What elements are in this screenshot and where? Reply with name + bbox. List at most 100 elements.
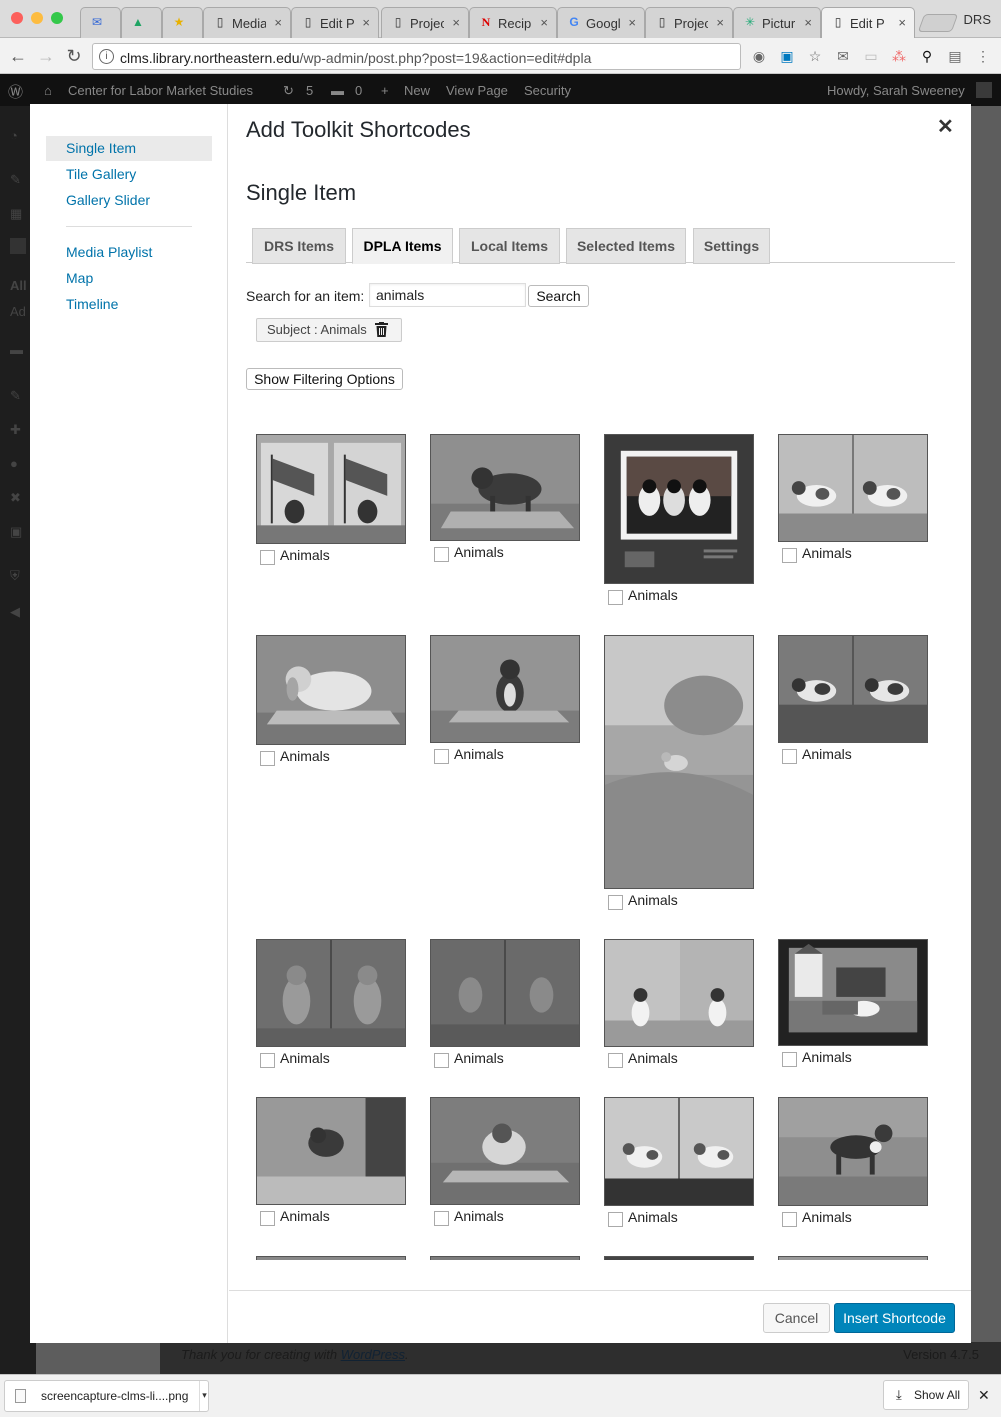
howdy-link[interactable]: Howdy, Sarah Sweeney: [827, 83, 965, 98]
result-checkbox[interactable]: [434, 547, 449, 562]
result-thumbnail[interactable]: [256, 635, 406, 745]
result-thumbnail[interactable]: [430, 1097, 580, 1205]
new-tab-button[interactable]: [917, 14, 959, 32]
result-thumbnail[interactable]: [430, 434, 580, 541]
result-thumbnail[interactable]: [604, 1097, 754, 1206]
menu-map[interactable]: Map: [46, 266, 212, 291]
result-thumbnail[interactable]: [778, 635, 928, 743]
result-checkbox[interactable]: [260, 1211, 275, 1226]
result-checkbox[interactable]: [434, 1053, 449, 1068]
tab-selected-items[interactable]: Selected Items: [566, 228, 686, 264]
pages-icon[interactable]: [10, 238, 26, 254]
result-thumbnail[interactable]: [430, 635, 580, 743]
download-item[interactable]: screencapture-clms-li....png ▾: [4, 1380, 209, 1412]
menu-icon[interactable]: ⋮: [975, 48, 991, 64]
media-icon[interactable]: ▦: [10, 206, 26, 222]
wordpress-link[interactable]: WordPress: [341, 1347, 405, 1362]
browser-tab[interactable]: ▯ Projec ×: [381, 7, 469, 38]
tools-icon[interactable]: ✖: [10, 490, 26, 506]
result-checkbox[interactable]: [782, 548, 797, 563]
result-checkbox[interactable]: [782, 1212, 797, 1227]
tab-drs-items[interactable]: DRS Items: [252, 228, 346, 264]
result-thumbnail[interactable]: [256, 1256, 406, 1260]
site-name-link[interactable]: Center for Labor Market Studies: [68, 83, 253, 98]
browser-tab[interactable]: ▯ Edit Pa ×: [291, 7, 379, 38]
search-icon[interactable]: ⚲: [919, 48, 935, 64]
settings-icon[interactable]: ▣: [10, 524, 26, 540]
cancel-button[interactable]: Cancel: [763, 1303, 830, 1333]
asana-icon[interactable]: ⁂: [891, 48, 907, 64]
result-checkbox[interactable]: [260, 550, 275, 565]
security-link[interactable]: Security: [524, 83, 571, 98]
browser-tab[interactable]: ▯ Projec ×: [645, 7, 733, 38]
result-checkbox[interactable]: [608, 895, 623, 910]
result-checkbox[interactable]: [782, 1052, 797, 1067]
result-thumbnail[interactable]: [430, 939, 580, 1047]
close-tab-icon[interactable]: ×: [540, 15, 548, 30]
comments-icon[interactable]: ▬: [10, 342, 26, 358]
chevron-down-icon[interactable]: ▾: [199, 1381, 209, 1411]
menu-tile-gallery[interactable]: Tile Gallery: [46, 162, 212, 187]
tab-local-items[interactable]: Local Items: [459, 228, 560, 264]
browser-tab[interactable]: ✳ Pictur ×: [733, 7, 821, 38]
result-thumbnail[interactable]: [256, 1097, 406, 1205]
cast-icon[interactable]: ▭: [863, 48, 879, 64]
close-tab-icon[interactable]: ×: [274, 15, 282, 30]
avatar[interactable]: [976, 82, 992, 98]
browser-tab-active[interactable]: ▯ Edit Pa ×: [821, 7, 915, 38]
camera-icon[interactable]: ◉: [751, 48, 767, 64]
shield-icon[interactable]: ⛨: [10, 568, 26, 584]
zoom-window-button[interactable]: [51, 12, 63, 24]
result-thumbnail[interactable]: [604, 635, 754, 889]
result-thumbnail[interactable]: [256, 939, 406, 1047]
browser-tab[interactable]: ★: [162, 7, 203, 38]
result-thumbnail[interactable]: [430, 1256, 580, 1260]
close-icon[interactable]: ✕: [937, 114, 954, 139]
result-checkbox[interactable]: [434, 1211, 449, 1226]
search-button[interactable]: Search: [528, 285, 589, 307]
browser-tab[interactable]: ▲: [121, 7, 162, 38]
appearance-icon[interactable]: ✎: [10, 388, 26, 404]
insert-shortcode-button[interactable]: Insert Shortcode: [834, 1303, 955, 1333]
close-tab-icon[interactable]: ×: [628, 15, 636, 30]
close-tab-icon[interactable]: ×: [898, 15, 906, 30]
wordpress-logo-icon[interactable]: Ⓦ: [8, 81, 23, 102]
tab-settings[interactable]: Settings: [693, 228, 770, 264]
browser-tab[interactable]: G Googl ×: [557, 7, 645, 38]
result-thumbnail[interactable]: [778, 1256, 928, 1260]
new-link[interactable]: New: [404, 83, 430, 98]
menu-single-item[interactable]: Single Item: [46, 136, 212, 161]
comments-count[interactable]: 0: [355, 83, 362, 98]
result-checkbox[interactable]: [782, 749, 797, 764]
menu-media-playlist[interactable]: Media Playlist: [46, 240, 212, 265]
result-checkbox[interactable]: [608, 590, 623, 605]
result-checkbox[interactable]: [608, 1053, 623, 1068]
pin-icon[interactable]: ✎: [10, 172, 26, 188]
close-tab-icon[interactable]: ×: [362, 15, 370, 30]
bookmark-star-icon[interactable]: ☆: [807, 48, 823, 64]
document-icon[interactable]: ▤: [947, 48, 963, 64]
result-thumbnail[interactable]: [778, 434, 928, 542]
result-checkbox[interactable]: [260, 1053, 275, 1068]
close-window-button[interactable]: [11, 12, 23, 24]
result-thumbnail[interactable]: [604, 939, 754, 1047]
show-filtering-button[interactable]: Show Filtering Options: [246, 368, 403, 390]
collapse-icon[interactable]: ◀: [10, 604, 26, 620]
sidebar-all-label[interactable]: All: [10, 278, 27, 294]
sidebar-add-label[interactable]: Ad: [10, 304, 26, 320]
close-tab-icon[interactable]: ×: [716, 15, 724, 30]
minimize-window-button[interactable]: [31, 12, 43, 24]
show-all-button[interactable]: ⤓ Show All: [883, 1380, 969, 1410]
result-checkbox[interactable]: [260, 751, 275, 766]
tab-dpla-items[interactable]: DPLA Items: [352, 228, 453, 264]
result-thumbnail[interactable]: [604, 1256, 754, 1260]
address-bar[interactable]: i clms.library.northeastern.edu/wp-admin…: [92, 43, 741, 70]
inbox-icon[interactable]: ✉: [835, 48, 851, 64]
updates-count[interactable]: 5: [306, 83, 313, 98]
result-checkbox[interactable]: [608, 1212, 623, 1227]
result-checkbox[interactable]: [434, 749, 449, 764]
result-thumbnail[interactable]: [256, 434, 406, 544]
profile-name[interactable]: DRS: [964, 12, 991, 27]
menu-timeline[interactable]: Timeline: [46, 292, 212, 317]
result-thumbnail[interactable]: [604, 434, 754, 584]
